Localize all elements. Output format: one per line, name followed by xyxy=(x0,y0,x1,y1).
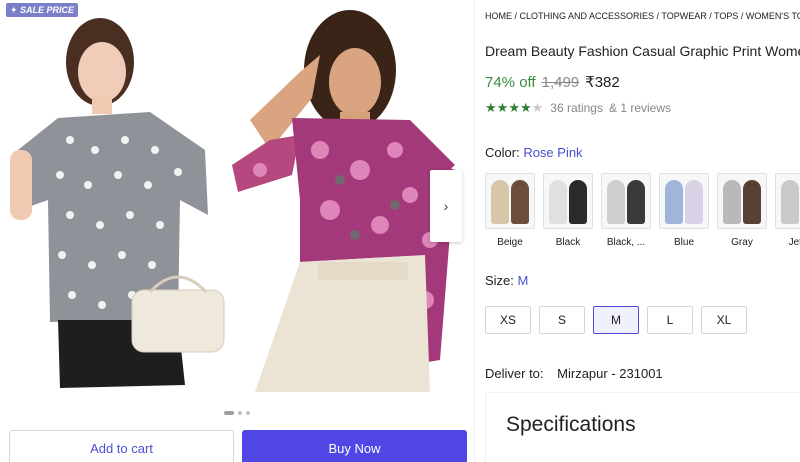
color-swatch-list: Beige Black Black, ... Blue Gray Jet B xyxy=(485,173,800,248)
panel-divider xyxy=(474,0,475,462)
size-option-list: XS S M L XL xyxy=(485,306,747,334)
product-photos xyxy=(10,10,455,392)
size-selector-label: Size: M xyxy=(485,273,528,288)
color-swatch[interactable]: Gray xyxy=(717,173,767,248)
color-swatch[interactable]: Jet B xyxy=(775,173,800,248)
size-option-m[interactable]: M xyxy=(593,306,639,334)
sale-price-badge: ✦ SALE PRICE xyxy=(6,3,79,17)
color-swatch[interactable]: Black, ... xyxy=(601,173,651,248)
breadcrumb[interactable]: HOME / CLOTHING AND ACCESSORIES / TOPWEA… xyxy=(485,11,800,21)
product-image-carousel[interactable]: ✦ SALE PRICE › xyxy=(0,0,474,392)
original-price: 1,499 xyxy=(541,74,580,91)
star-icon: ★ xyxy=(531,100,544,115)
color-swatch-thumbnail xyxy=(659,173,709,229)
selling-price: ₹382 xyxy=(585,74,620,91)
color-swatch-label: Jet B xyxy=(788,237,800,248)
color-swatch-thumbnail xyxy=(601,173,651,229)
star-icon: ★ xyxy=(519,100,532,115)
rating-row[interactable]: ★★★★★ 36 ratings & 1 reviews xyxy=(485,100,671,116)
star-icon: ★ xyxy=(485,100,497,115)
product-info-panel: HOME / CLOTHING AND ACCESSORIES / TOPWEA… xyxy=(485,0,800,462)
color-swatch-label: Black, ... xyxy=(606,237,646,248)
star-icon: ★ xyxy=(508,100,520,115)
carousel-dots xyxy=(0,411,474,415)
delivery-location: Mirzapur - 231001 xyxy=(557,366,663,381)
rating-stars: ★★★★★ xyxy=(485,100,543,116)
size-option-xl[interactable]: XL xyxy=(701,306,747,334)
size-label: Size: xyxy=(485,273,514,288)
product-photo-pink-top xyxy=(232,10,455,392)
price-row: 74% off 1,499 ₹382 xyxy=(485,73,620,91)
color-swatch[interactable]: Blue xyxy=(659,173,709,248)
size-option-xs[interactable]: XS xyxy=(485,306,531,334)
star-icon: ★ xyxy=(496,100,509,115)
sale-badge-label: SALE PRICE xyxy=(20,5,75,15)
carousel-dot[interactable] xyxy=(238,411,242,415)
specifications-section[interactable]: Specifications xyxy=(485,392,800,462)
ratings-count: 36 ratings xyxy=(550,101,603,115)
color-swatch-thumbnail xyxy=(717,173,767,229)
color-swatch-thumbnail xyxy=(775,173,800,229)
product-title: Dream Beauty Fashion Casual Graphic Prin… xyxy=(485,43,800,59)
color-swatch[interactable]: Black xyxy=(543,173,593,248)
selected-size: M xyxy=(517,273,529,288)
reviews-count: & 1 reviews xyxy=(608,101,672,115)
color-swatch-label: Blue xyxy=(673,237,694,248)
delivery-row[interactable]: Deliver to: Mirzapur - 231001 xyxy=(485,366,663,381)
size-option-s[interactable]: S xyxy=(539,306,585,334)
product-photo-gray-top xyxy=(10,18,225,388)
buy-now-button[interactable]: Buy Now xyxy=(242,430,467,462)
purchase-actions: Add to cart Buy Now xyxy=(9,430,467,462)
color-label: Color: xyxy=(485,145,520,160)
color-selector-label: Color: Rose Pink xyxy=(485,145,583,160)
discount-percent: 74% off xyxy=(485,74,536,91)
product-gallery-panel: ✦ SALE PRICE › Add to cart Buy Now xyxy=(0,0,474,462)
carousel-dot[interactable] xyxy=(224,411,234,415)
selected-color: Rose Pink xyxy=(523,145,583,160)
color-swatch-label: Gray xyxy=(731,237,753,248)
delivery-label: Deliver to: xyxy=(485,366,544,381)
color-swatch-thumbnail xyxy=(485,173,535,229)
color-swatch-thumbnail xyxy=(543,173,593,229)
chevron-right-icon: › xyxy=(443,198,449,214)
color-swatch[interactable]: Beige xyxy=(485,173,535,248)
add-to-cart-button[interactable]: Add to cart xyxy=(9,430,234,462)
specifications-heading: Specifications xyxy=(506,413,636,436)
size-option-l[interactable]: L xyxy=(647,306,693,334)
next-image-button[interactable]: › xyxy=(430,170,462,242)
color-swatch-label: Beige xyxy=(497,237,523,248)
color-swatch-label: Black xyxy=(555,237,581,248)
carousel-dot[interactable] xyxy=(246,411,250,415)
